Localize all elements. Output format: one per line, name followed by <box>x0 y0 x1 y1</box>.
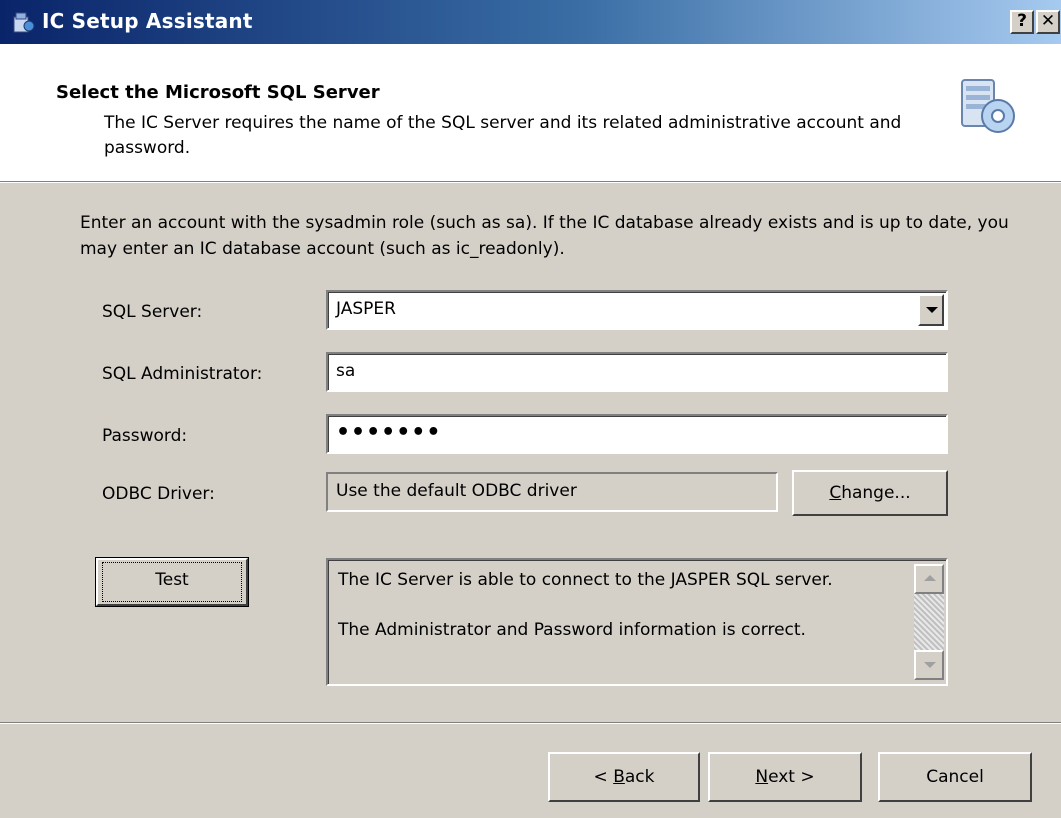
change-accel-key: C <box>829 483 842 503</box>
header-divider <box>0 182 1061 183</box>
close-button[interactable]: ✕ <box>1036 10 1060 34</box>
result-message-1: The IC Server is able to connect to the … <box>338 570 833 590</box>
sql-server-combobox[interactable]: JASPER <box>326 290 948 330</box>
test-result-text: The IC Server is able to connect to the … <box>338 568 908 643</box>
focus-rectangle <box>102 562 242 602</box>
page-title: Select the Microsoft SQL Server <box>56 82 380 103</box>
back-label-rest: ack <box>624 767 655 787</box>
test-button[interactable]: Test <box>95 557 249 607</box>
window-title: IC Setup Assistant <box>42 9 253 33</box>
page-description: The IC Server requires the name of the S… <box>104 113 902 158</box>
test-result-box[interactable]: The IC Server is able to connect to the … <box>326 558 948 686</box>
next-accel-key: N <box>755 767 769 787</box>
next-button[interactable]: Next > <box>708 752 862 802</box>
next-label-rest: ext > <box>768 767 815 787</box>
sql-administrator-input[interactable]: sa <box>326 352 948 392</box>
change-odbc-button[interactable]: Change... <box>792 470 948 516</box>
back-button[interactable]: < Back <box>548 752 700 802</box>
change-label-rest: hange... <box>841 483 911 503</box>
password-input[interactable]: ••••••• <box>326 414 948 454</box>
result-scrollbar[interactable] <box>914 564 944 680</box>
database-server-icon <box>961 79 1015 133</box>
back-accel-key: B <box>613 767 625 787</box>
dropdown-arrow-icon[interactable] <box>918 294 944 326</box>
wizard-header: Select the Microsoft SQL Server The IC S… <box>0 44 1061 182</box>
setup-app-icon <box>13 12 35 33</box>
footer-separator <box>0 722 1061 724</box>
password-label: Password: <box>102 426 188 446</box>
scroll-up-arrow-icon[interactable] <box>914 564 944 594</box>
instructions-text: Enter an account with the sysadmin role … <box>80 213 1009 259</box>
sql-server-value: JASPER <box>336 299 396 319</box>
back-prefix: < <box>593 767 614 787</box>
title-bar[interactable]: IC Setup Assistant ? ✕ <box>0 0 1061 44</box>
cancel-button[interactable]: Cancel <box>878 752 1032 802</box>
help-button[interactable]: ? <box>1010 10 1034 34</box>
scroll-down-arrow-icon[interactable] <box>914 650 944 680</box>
result-message-2: The Administrator and Password informati… <box>338 620 806 640</box>
odbc-driver-label: ODBC Driver: <box>102 484 215 504</box>
sql-administrator-label: SQL Administrator: <box>102 364 263 384</box>
sql-server-label: SQL Server: <box>102 302 203 322</box>
odbc-driver-field: Use the default ODBC driver <box>326 472 778 512</box>
